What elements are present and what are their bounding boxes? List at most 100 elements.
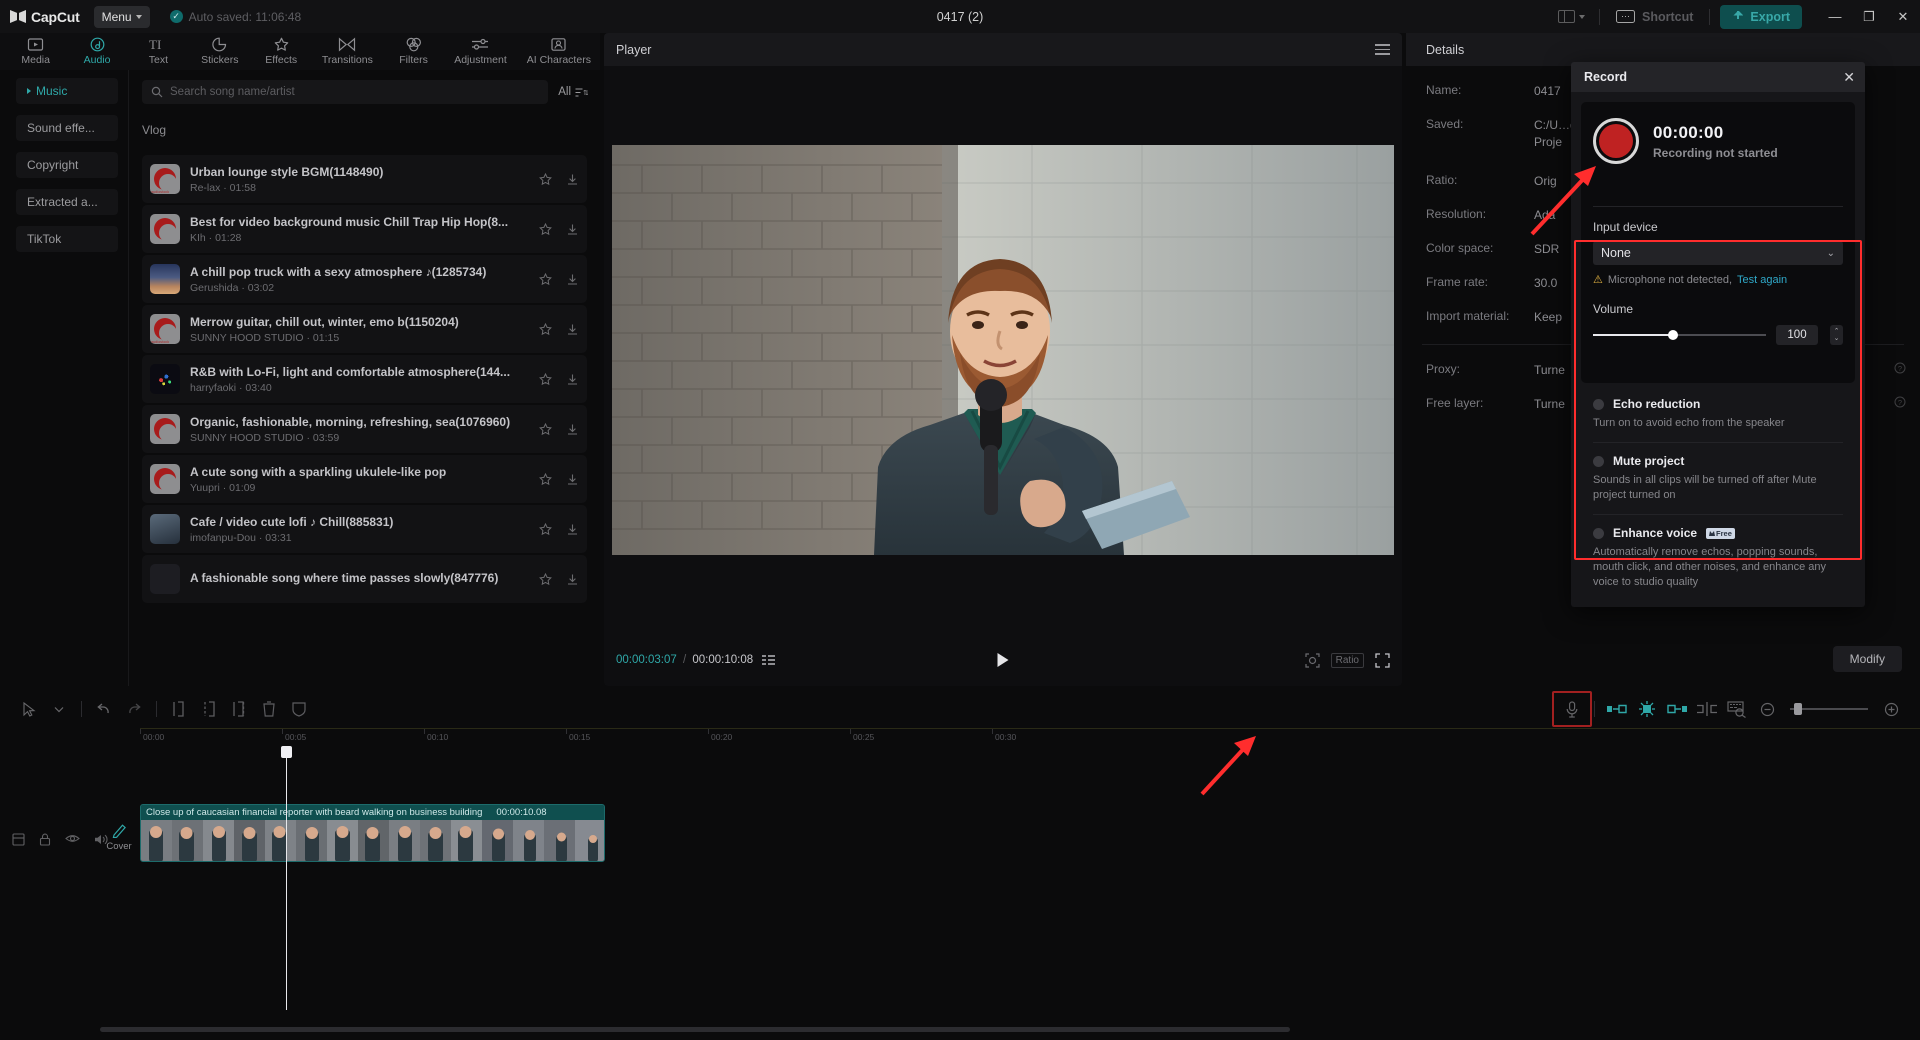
timeline-scrollbar[interactable]	[100, 1027, 1290, 1032]
caption-search-icon[interactable]	[1722, 696, 1752, 722]
list-item[interactable]: Organic, fashionable, morning, refreshin…	[142, 405, 587, 453]
mute-project-checkbox[interactable]	[1593, 456, 1604, 467]
delete-icon[interactable]	[254, 696, 284, 722]
list-item[interactable]: Urban lounge style BGM(1148490) Re-lax ·…	[142, 155, 587, 203]
option-mute-project[interactable]: Mute project Sounds in all clips will be…	[1593, 442, 1843, 514]
menu-button[interactable]: Menu	[94, 6, 150, 28]
tab-text[interactable]: TI Text	[129, 33, 188, 70]
cover-button[interactable]: Cover	[104, 818, 134, 856]
favorite-icon[interactable]	[539, 373, 552, 386]
favorite-icon[interactable]	[539, 473, 552, 486]
zoom-fit-icon[interactable]	[1305, 653, 1320, 668]
download-icon[interactable]	[566, 273, 579, 286]
category-sound-effects[interactable]: Sound effe...	[16, 115, 118, 141]
layout-button[interactable]	[1550, 10, 1593, 23]
option-enhance-voice[interactable]: Enhance voice Free Automatically remove …	[1593, 514, 1843, 601]
favorite-icon[interactable]	[539, 173, 552, 186]
modify-button[interactable]: Modify	[1833, 646, 1902, 672]
volume-stepper[interactable]: ⌃⌄	[1830, 325, 1843, 345]
fullscreen-icon[interactable]	[1375, 653, 1390, 668]
ratio-button[interactable]: Ratio	[1331, 653, 1364, 668]
split-icon[interactable]	[164, 696, 194, 722]
tab-filters[interactable]: Filters	[384, 33, 443, 70]
list-item[interactable]: Cafe / video cute lofi ♪ Chill(885831) i…	[142, 505, 587, 553]
favorite-icon[interactable]	[539, 273, 552, 286]
download-icon[interactable]	[566, 323, 579, 336]
maximize-button[interactable]: ❐	[1852, 0, 1886, 33]
category-extracted-audio[interactable]: Extracted a...	[16, 189, 118, 215]
play-button[interactable]	[998, 653, 1009, 667]
category-tiktok[interactable]: TikTok	[16, 226, 118, 252]
volume-slider[interactable]	[1593, 334, 1766, 336]
echo-reduction-checkbox[interactable]	[1593, 399, 1604, 410]
favorite-icon[interactable]	[539, 423, 552, 436]
tab-stickers[interactable]: Stickers	[190, 33, 249, 70]
input-device-select[interactable]: None ⌄	[1593, 241, 1843, 265]
download-icon[interactable]	[566, 473, 579, 486]
list-item[interactable]: Merrow guitar, chill out, winter, emo b(…	[142, 305, 587, 353]
help-icon[interactable]: ?	[1894, 362, 1906, 379]
playlist-icon[interactable]	[762, 655, 775, 666]
option-echo-reduction[interactable]: Echo reduction Turn on to avoid echo fro…	[1593, 397, 1843, 442]
lock-icon[interactable]	[39, 833, 51, 846]
favorite-icon[interactable]	[539, 323, 552, 336]
favorite-icon[interactable]	[539, 223, 552, 236]
list-item[interactable]: R&B with Lo-Fi, light and comfortable at…	[142, 355, 587, 403]
search-input[interactable]	[170, 86, 539, 98]
list-item[interactable]: Best for video background music Chill Tr…	[142, 205, 587, 253]
shortcut-button[interactable]: Shortcut	[1606, 6, 1703, 28]
redo-icon[interactable]	[119, 696, 149, 722]
timeline-clip[interactable]: Close up of caucasian financial reporter…	[140, 804, 605, 862]
playhead[interactable]	[286, 748, 287, 1010]
search-box[interactable]	[142, 80, 548, 104]
test-again-link[interactable]: Test again	[1737, 274, 1787, 286]
zoom-in-icon[interactable]	[1876, 696, 1906, 722]
export-button[interactable]: Export	[1720, 5, 1802, 29]
record-start-button[interactable]	[1593, 118, 1639, 164]
track-layout-icon[interactable]	[12, 833, 25, 846]
tab-media[interactable]: Media	[6, 33, 65, 70]
keyframe-next-icon[interactable]	[1662, 696, 1692, 722]
list-item[interactable]: A chill pop truck with a sexy atmosphere…	[142, 255, 587, 303]
download-icon[interactable]	[566, 573, 579, 586]
download-icon[interactable]	[566, 373, 579, 386]
eye-icon[interactable]	[65, 833, 80, 844]
close-icon[interactable]: ✕	[1843, 70, 1855, 84]
close-button[interactable]: ✕	[1886, 0, 1920, 33]
player-menu-icon[interactable]	[1375, 44, 1390, 55]
tab-transitions[interactable]: Transitions	[313, 33, 382, 70]
select-tool-dropdown-icon[interactable]	[44, 696, 74, 722]
trim-right-icon[interactable]	[224, 696, 254, 722]
favorite-icon[interactable]	[539, 523, 552, 536]
favorite-icon[interactable]	[539, 573, 552, 586]
keyframe-prev-icon[interactable]	[1602, 696, 1632, 722]
list-item[interactable]: A cute song with a sparkling ukulele-lik…	[142, 455, 587, 503]
split-track-icon[interactable]	[1692, 696, 1722, 722]
minimize-button[interactable]: —	[1818, 0, 1852, 33]
download-icon[interactable]	[566, 173, 579, 186]
tab-audio[interactable]: Audio	[67, 33, 126, 70]
keyframe-add-icon[interactable]	[1632, 696, 1662, 722]
tab-effects[interactable]: Effects	[252, 33, 311, 70]
download-icon[interactable]	[566, 223, 579, 236]
download-icon[interactable]	[566, 523, 579, 536]
list-item[interactable]: A fashionable song where time passes slo…	[142, 555, 587, 603]
zoom-slider-knob[interactable]	[1794, 703, 1802, 715]
volume-value[interactable]: 100	[1776, 325, 1818, 345]
category-music[interactable]: Music	[16, 78, 118, 104]
zoom-slider[interactable]	[1790, 708, 1868, 710]
volume-slider-knob[interactable]	[1668, 330, 1678, 340]
tab-ai-characters[interactable]: AI Characters	[518, 33, 600, 70]
trim-left-icon[interactable]	[194, 696, 224, 722]
enhance-voice-checkbox[interactable]	[1593, 528, 1604, 539]
tab-adjustment[interactable]: Adjustment	[445, 33, 516, 70]
select-tool-icon[interactable]	[14, 696, 44, 722]
download-icon[interactable]	[566, 423, 579, 436]
help-icon[interactable]: ?	[1894, 396, 1906, 413]
filter-all-button[interactable]: All ⇅	[558, 86, 588, 98]
zoom-out-icon[interactable]	[1752, 696, 1782, 722]
mask-icon[interactable]	[284, 696, 314, 722]
category-copyright[interactable]: Copyright	[16, 152, 118, 178]
undo-icon[interactable]	[89, 696, 119, 722]
song-list[interactable]: Urban lounge style BGM(1148490) Re-lax ·…	[129, 155, 600, 686]
